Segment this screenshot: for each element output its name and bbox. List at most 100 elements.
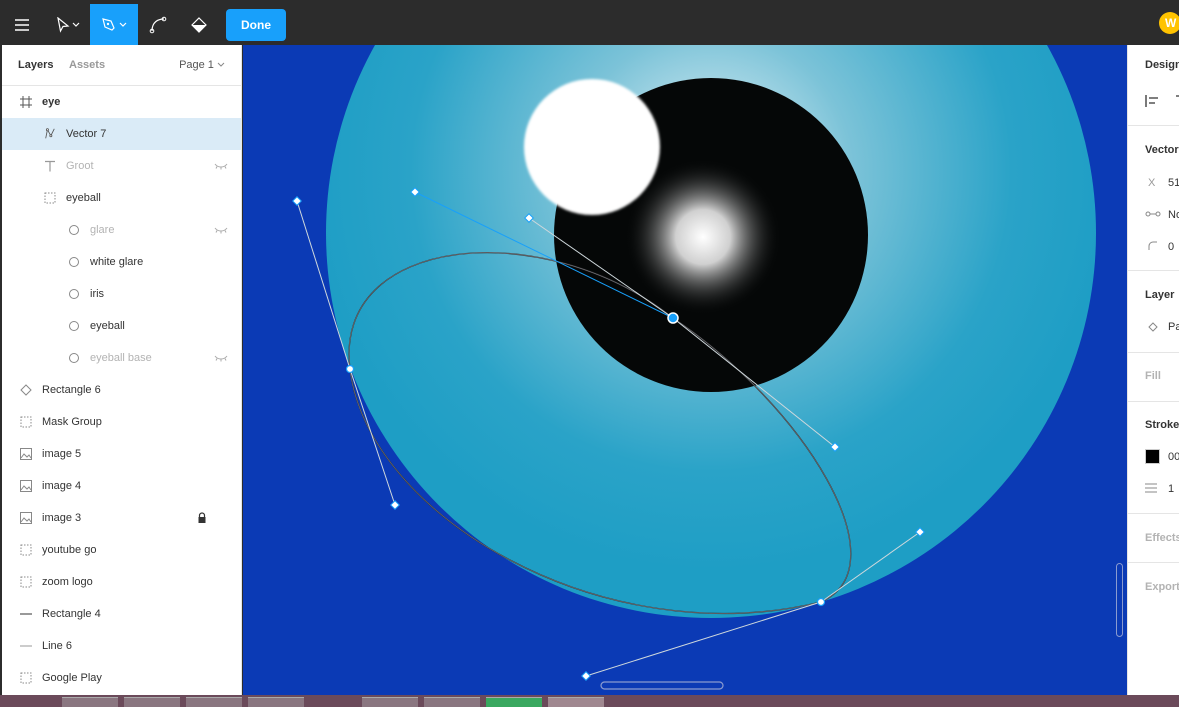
hidden-eye-icon[interactable]: [214, 353, 228, 365]
line-icon: [20, 640, 32, 652]
tab-layers[interactable]: Layers: [18, 59, 53, 71]
layer-row[interactable]: Rectangle 4: [2, 598, 241, 630]
layer-row[interactable]: zoom logo: [2, 566, 241, 598]
hidden-eye-icon[interactable]: [214, 161, 228, 173]
user-avatar[interactable]: W: [1159, 12, 1179, 34]
align-center-icon[interactable]: [1175, 95, 1179, 107]
move-tool-button[interactable]: [46, 4, 90, 45]
hidden-eye-icon[interactable]: [214, 225, 228, 237]
rectangle-line-icon: [20, 608, 32, 620]
pen-tool-button[interactable]: [90, 4, 138, 45]
taskbar-app-button[interactable]: [62, 697, 118, 707]
layer-blend-select[interactable]: Pa: [1168, 321, 1179, 333]
vertical-scrollbar[interactable]: [1116, 563, 1123, 637]
white-glare-shape[interactable]: [524, 79, 660, 215]
chevron-down-icon: [217, 62, 225, 67]
layer-name: youtube go: [42, 544, 97, 556]
layer-row[interactable]: iris: [2, 278, 241, 310]
layer-row[interactable]: youtube go: [2, 534, 241, 566]
layer-row[interactable]: eyeball: [2, 310, 241, 342]
layer-row[interactable]: eyeball: [2, 182, 241, 214]
layer-row[interactable]: Line 6: [2, 630, 241, 662]
taskbar-app-button[interactable]: [424, 697, 480, 707]
stroke-section-label: Stroke: [1145, 419, 1179, 431]
corner-radius-icon: [1148, 241, 1157, 250]
handle-point[interactable]: [390, 500, 400, 510]
layer-name: image 3: [42, 512, 82, 524]
layer-row[interactable]: eyeball base: [2, 342, 241, 374]
design-canvas[interactable]: [243, 45, 1127, 695]
layer-name: eyeball base: [90, 352, 152, 364]
divider: [1128, 125, 1179, 126]
pen-tool-icon: [102, 17, 115, 31]
layer-name: iris: [90, 288, 105, 300]
layer-row[interactable]: Rectangle 6: [2, 374, 241, 406]
layer-row[interactable]: image 5: [2, 438, 241, 470]
menu-icon: [15, 18, 29, 31]
handle-point[interactable]: [581, 671, 591, 681]
x-value-input[interactable]: 51: [1168, 177, 1179, 189]
layer-name: image 4: [42, 480, 82, 492]
mirror-select[interactable]: No: [1168, 209, 1179, 221]
layer-row[interactable]: Google Play: [2, 662, 241, 694]
layer-name: Vector 7: [66, 128, 107, 140]
align-left-icon[interactable]: [1145, 95, 1159, 107]
ellipse-icon: [68, 256, 80, 268]
paint-bucket-icon: [191, 16, 207, 33]
horizontal-scrollbar[interactable]: [600, 681, 724, 690]
layer-row[interactable]: glare: [2, 214, 241, 246]
layer-name: eyeball: [66, 192, 101, 204]
selected-anchor-point[interactable]: [667, 312, 679, 324]
taskbar-app-button[interactable]: [248, 697, 304, 707]
design-tab[interactable]: Design: [1145, 59, 1179, 71]
image-icon: [20, 512, 32, 524]
corner-radius-input[interactable]: 0: [1168, 241, 1174, 253]
divider: [1128, 270, 1179, 271]
taskbar-app-button[interactable]: [548, 697, 604, 707]
layer-row[interactable]: eye: [2, 86, 241, 118]
stroke-color-input[interactable]: 00: [1168, 451, 1179, 463]
divider: [1128, 513, 1179, 514]
group-icon: [20, 576, 32, 588]
tab-assets[interactable]: Assets: [69, 59, 105, 71]
canvas-artwork[interactable]: [243, 45, 1127, 695]
fill-section-label[interactable]: Fill: [1145, 370, 1161, 382]
layer-row[interactable]: image 3: [2, 502, 241, 534]
layer-row[interactable]: image 4: [2, 470, 241, 502]
properties-panel: Design Vector X 51 No 0 Layer Pa Fill St…: [1127, 45, 1179, 695]
diamond-icon: [20, 384, 32, 396]
taskbar-app-button[interactable]: [362, 697, 418, 707]
anchor-point[interactable]: [345, 364, 355, 374]
layers-panel: Layers Assets Page 1 eye Vector 7 Groot eye…: [2, 45, 242, 695]
stroke-color-swatch[interactable]: [1145, 449, 1160, 464]
layers-panel-header: Layers Assets Page 1: [2, 45, 241, 86]
lock-icon[interactable]: [197, 512, 207, 527]
bend-tool-button[interactable]: [140, 4, 176, 45]
move-tool-icon: [57, 16, 70, 33]
page-selector-label: Page 1: [179, 59, 214, 71]
layer-row[interactable]: Mask Group: [2, 406, 241, 438]
taskbar-app-button[interactable]: [186, 697, 242, 707]
layer-name: eyeball: [90, 320, 125, 332]
effects-section-label[interactable]: Effects: [1145, 532, 1179, 544]
layer-row[interactable]: Vector 7: [2, 118, 241, 150]
os-taskbar: [0, 695, 1179, 707]
main-menu-button[interactable]: [4, 4, 40, 45]
layer-name: zoom logo: [42, 576, 93, 588]
taskbar-app-button[interactable]: [124, 697, 180, 707]
taskbar-app-button[interactable]: [486, 697, 542, 707]
done-button[interactable]: Done: [226, 9, 286, 41]
layer-row[interactable]: white glare: [2, 246, 241, 278]
paint-bucket-button[interactable]: [180, 4, 218, 45]
page-selector[interactable]: Page 1: [179, 59, 225, 71]
anchor-point[interactable]: [816, 597, 826, 607]
layer-section-label: Layer: [1145, 289, 1175, 301]
layer-name: Line 6: [42, 640, 72, 652]
handle-point[interactable]: [292, 196, 302, 206]
group-icon: [44, 192, 56, 204]
stroke-weight-input[interactable]: 1: [1168, 483, 1174, 495]
export-section-label[interactable]: Export: [1145, 581, 1179, 593]
frame-icon: [20, 96, 32, 108]
layer-row[interactable]: Groot: [2, 150, 241, 182]
image-icon: [20, 480, 32, 492]
